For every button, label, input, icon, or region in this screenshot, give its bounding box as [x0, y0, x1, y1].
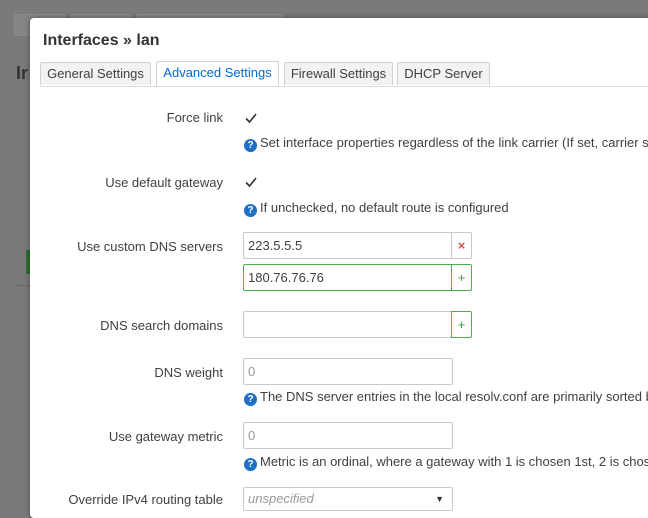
default-gateway-help-text: If unchecked, no default route is config… [260, 200, 509, 215]
chevron-down-icon: ▼ [435, 494, 444, 504]
help-icon: ? [244, 393, 257, 406]
gateway-metric-help-text: Metric is an ordinal, where a gateway wi… [260, 454, 648, 469]
help-icon: ? [244, 139, 257, 152]
gateway-metric-label: Use gateway metric [108, 429, 223, 444]
default-gateway-checkbox[interactable] [244, 175, 258, 189]
ipv4-routing-value: unspecified [248, 491, 314, 506]
dns-weight-label: DNS weight [154, 365, 223, 380]
tab-general-settings[interactable]: General Settings [40, 62, 151, 85]
tab-bar: General Settings Advanced Settings Firew… [40, 61, 648, 87]
interface-dialog: Interfaces » lan General Settings Advanc… [30, 18, 648, 518]
force-link-label: Force link [166, 110, 223, 125]
custom-dns-label: Use custom DNS servers [77, 239, 223, 254]
dns-search-add-button[interactable]: + [451, 311, 472, 338]
default-gateway-help: ? If unchecked, no default route is confi… [244, 200, 509, 217]
help-icon: ? [244, 458, 257, 471]
tab-firewall-settings[interactable]: Firewall Settings [284, 62, 393, 85]
dns-server-input-1[interactable] [243, 232, 452, 259]
force-link-help-text: Set interface properties regardless of t… [260, 135, 648, 150]
background-page-title: Ir [16, 63, 29, 83]
background-divider [16, 285, 30, 286]
force-link-help: ? Set interface properties regardless of … [244, 135, 648, 152]
dns-server-input-2[interactable] [243, 264, 452, 291]
default-gateway-label: Use default gateway [105, 175, 223, 190]
force-link-checkbox[interactable] [244, 111, 258, 125]
dns-add-button[interactable]: + [451, 264, 472, 291]
dns-weight-input[interactable] [243, 358, 453, 385]
help-icon: ? [244, 204, 257, 217]
tab-dhcp-server[interactable]: DHCP Server [397, 62, 490, 85]
tab-advanced-settings[interactable]: Advanced Settings [156, 61, 279, 86]
gateway-metric-help: ? Metric is an ordinal, where a gateway w… [244, 454, 648, 471]
dns-search-input[interactable] [243, 311, 452, 338]
dns-weight-help: ? The DNS server entries in the local res… [244, 389, 648, 406]
ipv4-routing-select[interactable]: unspecified ▼ [243, 487, 453, 511]
gateway-metric-input[interactable] [243, 422, 453, 449]
dns-search-label: DNS search domains [100, 318, 223, 333]
dns-remove-button[interactable]: × [451, 232, 472, 259]
dialog-title: Interfaces » lan [43, 32, 160, 49]
dns-weight-help-text: The DNS server entries in the local reso… [260, 389, 648, 404]
